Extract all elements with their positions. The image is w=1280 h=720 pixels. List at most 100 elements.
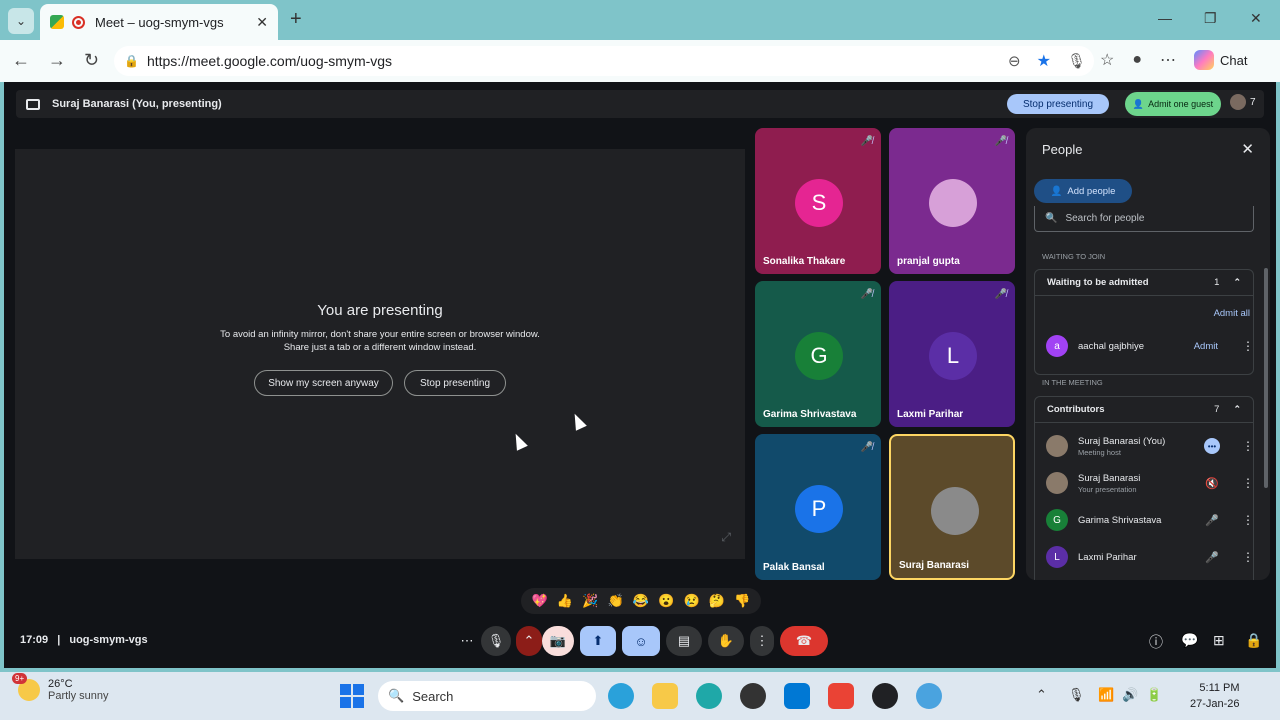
zoom-icon[interactable]: ⊖: [1008, 52, 1021, 70]
reaction-thumbs-up[interactable]: 👍: [557, 593, 573, 609]
speaking-icon[interactable]: •••: [1204, 438, 1220, 454]
volume-icon[interactable]: 🔊: [1122, 687, 1138, 703]
participant-tile[interactable]: 🎤̸ S Sonalika Thakare: [755, 128, 881, 274]
gmail-icon[interactable]: [828, 683, 854, 709]
participant-tile[interactable]: 🎤̸ P Palak Bansal: [755, 434, 881, 580]
microphone-icon[interactable]: 🎙: [1067, 52, 1086, 70]
chevron-up-icon[interactable]: ⌃: [1233, 404, 1241, 415]
participant-tile[interactable]: 🎤̸ pranjal gupta: [889, 128, 1015, 274]
more-vert-icon[interactable]: ⋮: [1242, 476, 1254, 490]
raise-hand-button[interactable]: ✋: [708, 626, 744, 656]
more-audio-options-button[interactable]: ⋯: [454, 626, 480, 656]
add-people-button[interactable]: 👤 Add people: [1034, 179, 1132, 203]
close-icon[interactable]: ✕: [256, 14, 268, 31]
tab-actions-button[interactable]: ⌄: [8, 8, 34, 34]
app-icon[interactable]: [916, 683, 942, 709]
favorites-icon[interactable]: ☆: [1100, 50, 1114, 70]
weather-widget[interactable]: 9+ 26°C Partly sunny: [12, 673, 109, 702]
profile-icon[interactable]: ●: [1132, 51, 1142, 69]
microphone-button[interactable]: 🎙: [481, 626, 511, 656]
admit-all-button[interactable]: Admit all: [1214, 308, 1250, 319]
reaction-thinking[interactable]: 🤔: [709, 593, 725, 609]
waiting-group-header[interactable]: Waiting to be admitted 1 ⌃: [1035, 270, 1253, 296]
chatgpt-icon[interactable]: [740, 683, 766, 709]
obs-icon[interactable]: [872, 683, 898, 709]
back-button[interactable]: ←: [12, 50, 30, 71]
start-button[interactable]: [340, 684, 364, 708]
reaction-laugh[interactable]: 😂: [633, 593, 649, 609]
window-close-button[interactable]: ✕: [1250, 10, 1262, 27]
restore-button[interactable]: ❐: [1204, 10, 1217, 27]
reaction-sad[interactable]: 😢: [684, 593, 700, 609]
system-clock[interactable]: 5:11 PM 27-Jan-26: [1190, 680, 1240, 712]
telegram-icon[interactable]: [608, 683, 634, 709]
more-options-button[interactable]: ⋮: [750, 626, 774, 656]
edge-icon[interactable]: [696, 683, 722, 709]
search-input[interactable]: [1065, 213, 1236, 224]
search-icon: 🔍: [1045, 213, 1058, 224]
participant-tile-self[interactable]: Suraj Banarasi: [889, 434, 1015, 580]
microphone-icon[interactable]: 🎙: [1068, 687, 1085, 703]
file-explorer-icon[interactable]: [652, 683, 678, 709]
wifi-icon[interactable]: 📶: [1098, 687, 1114, 703]
stop-presenting-button[interactable]: Stop presenting: [404, 370, 506, 396]
url-field[interactable]: 🔒 https://meet.google.com/uog-smym-vgs ⊖…: [114, 46, 1094, 76]
participant-tile[interactable]: 🎤̸ G Garima Shrivastava: [755, 281, 881, 427]
emoji-button[interactable]: ☺: [622, 626, 660, 656]
minimize-button[interactable]: —: [1158, 10, 1172, 26]
close-icon[interactable]: ✕: [1241, 140, 1254, 158]
more-vert-icon[interactable]: ⋮: [1242, 550, 1254, 564]
new-tab-button[interactable]: +: [290, 8, 302, 31]
chevron-up-icon[interactable]: ⌃: [1233, 277, 1241, 288]
meet-favicon-icon: [50, 15, 64, 29]
url-text[interactable]: https://meet.google.com/uog-smym-vgs: [147, 53, 1000, 69]
refresh-button[interactable]: ↻: [84, 50, 99, 71]
expand-icon[interactable]: ⤢: [721, 530, 731, 545]
participants-button[interactable]: 7: [1230, 94, 1256, 110]
captions-button[interactable]: ▤: [666, 626, 702, 656]
taskbar-search[interactable]: 🔍: [378, 681, 596, 711]
search-input[interactable]: [412, 688, 553, 704]
leave-call-button[interactable]: ☎: [780, 626, 828, 656]
show-screen-anyway-button[interactable]: Show my screen anyway: [254, 370, 393, 396]
more-vert-icon[interactable]: ⋮: [1242, 513, 1254, 527]
lock-icon[interactable]: 🔒: [124, 54, 139, 68]
chevron-up-icon[interactable]: ⌃: [1036, 687, 1047, 703]
battery-icon[interactable]: 🔋: [1146, 687, 1162, 703]
browser-tab-meet[interactable]: Meet – uog-smym-vgs ✕: [40, 4, 278, 40]
camera-off-button[interactable]: 📷: [542, 626, 574, 656]
more-icon[interactable]: ⋯: [1160, 50, 1176, 70]
forward-button[interactable]: →: [48, 50, 66, 71]
copilot-chat-button[interactable]: Chat: [1194, 50, 1247, 70]
video-options-button[interactable]: ⌃: [516, 626, 542, 656]
host-controls-icon[interactable]: 🔒: [1245, 632, 1262, 649]
more-vert-icon[interactable]: ⋮: [1242, 339, 1254, 353]
panel-scrollbar[interactable]: [1264, 268, 1268, 488]
vscode-icon[interactable]: [784, 683, 810, 709]
audio-off-icon[interactable]: 🔇: [1204, 477, 1220, 490]
participant-name: Laxmi Parihar: [897, 409, 964, 420]
activities-icon[interactable]: ⊞: [1213, 632, 1225, 649]
more-vert-icon[interactable]: ⋮: [1242, 439, 1254, 453]
present-screen-button[interactable]: ⬆: [580, 626, 616, 656]
contributors-group-header[interactable]: Contributors 7 ⌃: [1035, 397, 1253, 423]
search-people-field[interactable]: 🔍: [1034, 206, 1254, 232]
star-icon[interactable]: ★: [1037, 51, 1051, 71]
tab-title: Meet – uog-smym-vgs: [95, 14, 224, 30]
admit-button[interactable]: Admit: [1194, 341, 1218, 352]
info-icon[interactable]: ⓘ: [1149, 632, 1163, 652]
reaction-clap[interactable]: 👏: [608, 593, 624, 609]
mic-off-icon[interactable]: 🎤: [1204, 551, 1220, 564]
reactions-bar: 💖 👍 🎉 👏 😂 😮 😢 🤔 👎: [521, 588, 761, 614]
reaction-party[interactable]: 🎉: [582, 593, 598, 609]
stop-presenting-top-button[interactable]: Stop presenting: [1007, 94, 1109, 114]
reaction-surprised[interactable]: 😮: [658, 593, 674, 609]
chat-icon[interactable]: 💬: [1181, 632, 1198, 649]
person-role: Meeting host: [1078, 447, 1121, 457]
admit-guest-button[interactable]: 👤 Admit one guest: [1125, 92, 1221, 116]
mic-off-icon[interactable]: 🎤: [1204, 514, 1220, 527]
participant-tile[interactable]: 🎤̸ L Laxmi Parihar: [889, 281, 1015, 427]
reaction-heart[interactable]: 💖: [532, 593, 548, 609]
reaction-thumbs-down[interactable]: 👎: [734, 593, 750, 609]
mic-off-icon: 🎤̸: [994, 136, 1007, 147]
